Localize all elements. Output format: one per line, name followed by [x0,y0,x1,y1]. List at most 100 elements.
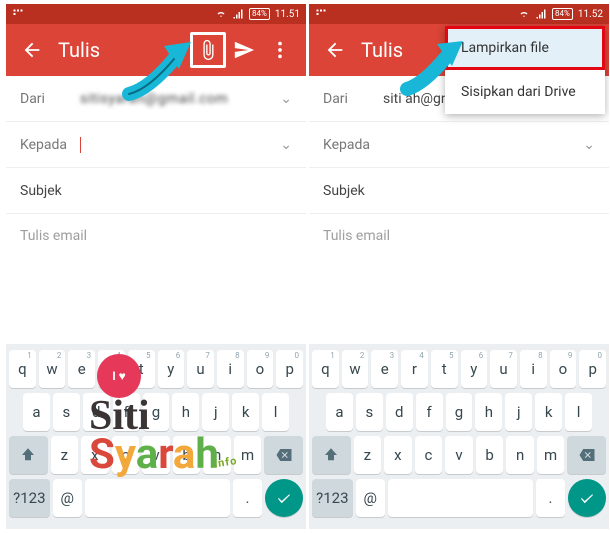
key-x[interactable]: x [81,436,109,474]
key-shift[interactable] [9,436,48,474]
soft-keyboard: q1w2e3r4t5y6u7i8o9p0 asdfghjkl zxcvbnm ?123… [309,344,609,529]
key-m[interactable]: m [537,436,565,474]
key-h[interactable]: h [475,393,502,431]
key-f[interactable]: f [113,393,140,431]
key-c[interactable]: c [415,436,443,474]
key-e[interactable]: e3 [68,350,95,388]
key-j[interactable]: j [202,393,229,431]
key-f[interactable]: f [416,393,443,431]
key-u[interactable]: u7 [187,350,214,388]
key-g[interactable]: g [446,393,473,431]
to-row[interactable]: Kepada ⌄ [309,122,609,168]
key-s[interactable]: s [53,393,80,431]
key-v[interactable]: v [142,436,170,474]
check-icon [275,489,293,507]
key-n[interactable]: n [203,436,231,474]
from-row[interactable]: Dari sitisyarah@gmail.com ⌄ [6,76,306,122]
key-backspace[interactable] [567,436,606,474]
apps-icon [12,8,24,20]
key-at[interactable]: @ [53,479,82,517]
key-space[interactable] [85,479,230,517]
key-enter[interactable] [568,479,606,517]
key-u[interactable]: u7 [490,350,517,388]
key-i[interactable]: i8 [520,350,547,388]
status-bar: 84% 11.52 [309,4,609,24]
body-input[interactable]: Tulis email [309,214,609,294]
subject-row[interactable]: Subjek [309,168,609,214]
key-z[interactable]: z [51,436,79,474]
key-h[interactable]: h [172,393,199,431]
key-d[interactable]: d [386,393,413,431]
key-y[interactable]: y6 [461,350,488,388]
key-q[interactable]: q1 [312,350,339,388]
key-y[interactable]: y6 [158,350,185,388]
back-button[interactable] [317,32,353,68]
key-j[interactable]: j [505,393,532,431]
arrow-left-icon [21,39,43,61]
key-r[interactable]: r4 [98,350,125,388]
key-dot[interactable]: . [233,479,262,517]
key-b[interactable]: b [173,436,201,474]
key-w[interactable]: w2 [39,350,66,388]
key-t[interactable]: t5 [128,350,155,388]
check-icon [578,489,596,507]
key-c[interactable]: c [112,436,140,474]
key-a[interactable]: a [326,393,353,431]
key-w[interactable]: w2 [342,350,369,388]
key-l[interactable]: l [262,393,289,431]
screenshot-left: 84% 11.51 Tulis Dari sitisyarah@gmail.co… [6,4,306,529]
paperclip-icon [197,39,219,61]
arrow-left-icon [324,39,346,61]
key-q[interactable]: q1 [9,350,36,388]
toolbar-title: Tulis [50,38,190,62]
attach-button[interactable] [190,32,226,68]
key-symbols[interactable]: ?123 [9,479,50,517]
key-k[interactable]: k [232,393,259,431]
send-icon [233,39,255,61]
menu-insert-drive[interactable]: Sisipkan dari Drive [445,70,605,114]
to-value[interactable] [80,136,280,152]
key-o[interactable]: o9 [247,350,274,388]
attach-menu: Lampirkan file Sisipkan dari Drive [445,26,605,114]
shift-icon [19,446,37,464]
key-d[interactable]: d [83,393,110,431]
key-space[interactable] [388,479,533,517]
key-k[interactable]: k [535,393,562,431]
key-s[interactable]: s [356,393,383,431]
key-p[interactable]: p0 [579,350,606,388]
clock: 11.52 [578,9,603,20]
backspace-icon [275,446,293,464]
send-button[interactable] [226,32,262,68]
key-z[interactable]: z [354,436,382,474]
subject-input[interactable]: Subjek [323,183,595,199]
key-e[interactable]: e3 [371,350,398,388]
overflow-button[interactable] [262,32,298,68]
key-shift[interactable] [312,436,351,474]
key-m[interactable]: m [234,436,262,474]
subject-input[interactable]: Subjek [20,183,292,199]
key-dot[interactable]: . [536,479,565,517]
from-value: sitisyarah@gmail.com [80,91,280,107]
to-label: Kepada [323,137,383,153]
to-row[interactable]: Kepada ⌄ [6,122,306,168]
key-o[interactable]: o9 [550,350,577,388]
menu-attach-file[interactable]: Lampirkan file [445,26,605,70]
key-x[interactable]: x [384,436,412,474]
key-t[interactable]: t5 [431,350,458,388]
key-r[interactable]: r4 [401,350,428,388]
key-n[interactable]: n [506,436,534,474]
key-enter[interactable] [265,479,303,517]
key-at[interactable]: @ [356,479,385,517]
subject-row[interactable]: Subjek [6,168,306,214]
key-g[interactable]: g [143,393,170,431]
key-b[interactable]: b [476,436,504,474]
key-symbols[interactable]: ?123 [312,479,353,517]
key-l[interactable]: l [565,393,592,431]
body-input[interactable]: Tulis email [6,214,306,294]
key-p[interactable]: p0 [276,350,303,388]
key-i[interactable]: i8 [217,350,244,388]
key-a[interactable]: a [23,393,50,431]
key-backspace[interactable] [264,436,303,474]
back-button[interactable] [14,32,50,68]
key-v[interactable]: v [445,436,473,474]
